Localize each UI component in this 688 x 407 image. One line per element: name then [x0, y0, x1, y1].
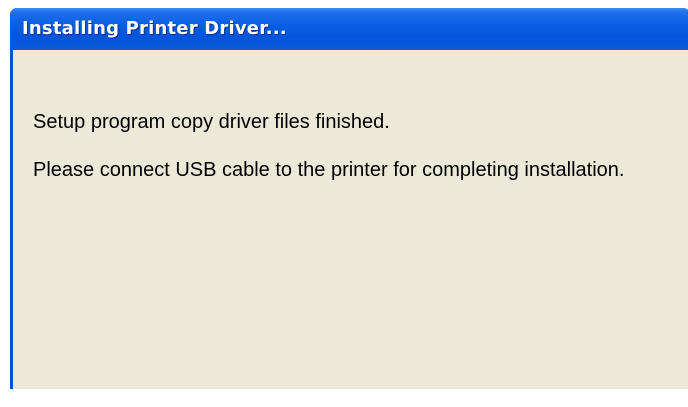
screen: Installing Printer Driver... Setup progr… — [0, 0, 688, 407]
installer-dialog: Installing Printer Driver... Setup progr… — [10, 8, 688, 389]
dialog-title: Installing Printer Driver... — [22, 18, 287, 39]
dialog-body: Setup program copy driver files finished… — [13, 50, 688, 389]
title-bar[interactable]: Installing Printer Driver... — [10, 8, 688, 50]
status-message: Setup program copy driver files finished… — [33, 111, 390, 133]
instruction-message: Please connect USB cable to the printer … — [33, 159, 625, 181]
